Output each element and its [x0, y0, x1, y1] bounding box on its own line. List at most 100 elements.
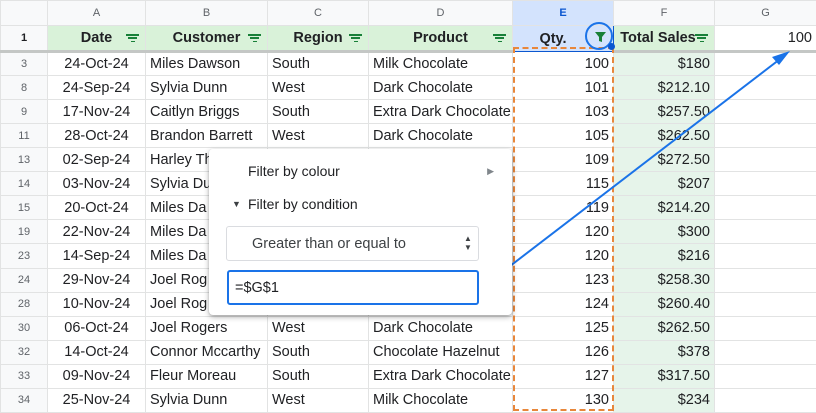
cell-qty[interactable]: 126 — [512, 339, 614, 365]
cell-product[interactable]: Milk Chocolate — [368, 387, 513, 413]
filter-funnel-icon[interactable] — [591, 27, 610, 46]
cell-qty[interactable]: 103 — [512, 99, 614, 125]
cell-qty[interactable]: 130 — [512, 387, 614, 413]
cell-customer[interactable]: Fleur Moreau — [145, 363, 268, 389]
cell-product[interactable]: Extra Dark Chocolate — [368, 99, 513, 125]
cell-empty[interactable] — [714, 219, 816, 245]
cell-empty[interactable] — [714, 291, 816, 317]
row-number[interactable]: 1 — [0, 25, 48, 54]
cell-empty[interactable] — [714, 123, 816, 149]
cell-empty[interactable] — [714, 147, 816, 173]
column-header-b[interactable]: B — [145, 0, 268, 27]
cell-total-sales[interactable]: $212.10 — [613, 75, 715, 101]
filter-icon[interactable] — [493, 34, 506, 43]
cell-region[interactable]: South — [267, 339, 369, 365]
cell-customer[interactable]: Sylvia Dunn — [145, 75, 268, 101]
column-header-c[interactable]: C — [267, 0, 369, 27]
row-number[interactable]: 11 — [0, 123, 48, 149]
filter-icon[interactable] — [349, 34, 362, 43]
cell-region[interactable]: South — [267, 363, 369, 389]
cell-empty[interactable] — [714, 267, 816, 293]
cell-customer[interactable]: Brandon Barrett — [145, 123, 268, 149]
cell-empty[interactable] — [714, 243, 816, 269]
cell-qty[interactable]: 124 — [512, 291, 614, 317]
cell-date[interactable]: 24-Sep-24 — [47, 75, 146, 101]
cell-qty[interactable]: 105 — [512, 123, 614, 149]
cell-region[interactable]: West — [267, 75, 369, 101]
cell-qty[interactable]: 125 — [512, 315, 614, 341]
cell-total-sales[interactable]: $262.50 — [613, 123, 715, 149]
cell-qty[interactable]: 120 — [512, 219, 614, 245]
cell-total-sales[interactable]: $214.20 — [613, 195, 715, 221]
row-number[interactable]: 15 — [0, 195, 48, 221]
cell-empty[interactable] — [714, 363, 816, 389]
row-number[interactable]: 14 — [0, 171, 48, 197]
cell-region[interactable]: West — [267, 387, 369, 413]
row-number[interactable]: 28 — [0, 291, 48, 317]
cell-date[interactable]: 14-Oct-24 — [47, 339, 146, 365]
cell-date[interactable]: 03-Nov-24 — [47, 171, 146, 197]
cell-empty[interactable] — [714, 315, 816, 341]
cell-date[interactable]: 02-Sep-24 — [47, 147, 146, 173]
cell-qty[interactable]: 109 — [512, 147, 614, 173]
cell-region[interactable]: South — [267, 99, 369, 125]
cell-total-sales[interactable]: $258.30 — [613, 267, 715, 293]
cell-g1[interactable]: 100 — [714, 25, 816, 54]
column-header-d[interactable]: D — [368, 0, 513, 27]
cell-product[interactable]: Milk Chocolate — [368, 51, 513, 77]
cell-date[interactable]: 25-Nov-24 — [47, 387, 146, 413]
condition-value-input[interactable] — [227, 270, 479, 305]
cell-date[interactable]: 29-Nov-24 — [47, 267, 146, 293]
cell-total-sales[interactable]: $207 — [613, 171, 715, 197]
cell-total-sales[interactable]: $260.40 — [613, 291, 715, 317]
cell-date[interactable]: 24-Oct-24 — [47, 51, 146, 77]
cell-total-sales[interactable]: $257.50 — [613, 99, 715, 125]
header-product[interactable]: Product — [368, 25, 513, 54]
filter-icon[interactable] — [248, 34, 261, 43]
cell-total-sales[interactable]: $300 — [613, 219, 715, 245]
cell-qty[interactable]: 127 — [512, 363, 614, 389]
cell-total-sales[interactable]: $272.50 — [613, 147, 715, 173]
cell-date[interactable]: 09-Nov-24 — [47, 363, 146, 389]
cell-date[interactable]: 17-Nov-24 — [47, 99, 146, 125]
row-number[interactable]: 19 — [0, 219, 48, 245]
row-number[interactable]: 13 — [0, 147, 48, 173]
cell-empty[interactable] — [714, 387, 816, 413]
cell-date[interactable]: 28-Oct-24 — [47, 123, 146, 149]
column-header-g[interactable]: G — [714, 0, 816, 27]
cell-total-sales[interactable]: $262.50 — [613, 315, 715, 341]
column-header-f[interactable]: F — [613, 0, 715, 27]
cell-total-sales[interactable]: $378 — [613, 339, 715, 365]
row-number[interactable]: 32 — [0, 339, 48, 365]
cell-qty[interactable]: 101 — [512, 75, 614, 101]
cell-qty[interactable]: 115 — [512, 171, 614, 197]
filter-by-condition-item[interactable]: ▼ Filter by condition — [209, 190, 512, 218]
filter-icon[interactable] — [126, 34, 139, 43]
row-number[interactable]: 33 — [0, 363, 48, 389]
cell-total-sales[interactable]: $180 — [613, 51, 715, 77]
cell-empty[interactable] — [714, 51, 816, 77]
select-all-corner[interactable] — [0, 0, 48, 27]
cell-customer[interactable]: Joel Rogers — [145, 315, 268, 341]
row-number[interactable]: 30 — [0, 315, 48, 341]
cell-empty[interactable] — [714, 171, 816, 197]
cell-total-sales[interactable]: $216 — [613, 243, 715, 269]
cell-qty[interactable]: 119 — [512, 195, 614, 221]
cell-product[interactable]: Chocolate Hazelnut — [368, 339, 513, 365]
row-number[interactable]: 34 — [0, 387, 48, 413]
cell-date[interactable]: 20-Oct-24 — [47, 195, 146, 221]
cell-customer[interactable]: Caitlyn Briggs — [145, 99, 268, 125]
filter-icon[interactable] — [695, 34, 708, 43]
cell-customer[interactable]: Sylvia Dunn — [145, 387, 268, 413]
cell-customer[interactable]: Connor Mccarthy — [145, 339, 268, 365]
cell-region[interactable]: West — [267, 315, 369, 341]
row-number[interactable]: 3 — [0, 51, 48, 77]
cell-date[interactable]: 22-Nov-24 — [47, 219, 146, 245]
row-number[interactable]: 8 — [0, 75, 48, 101]
cell-region[interactable]: West — [267, 123, 369, 149]
row-number[interactable]: 23 — [0, 243, 48, 269]
cell-qty[interactable]: 123 — [512, 267, 614, 293]
header-total-sales[interactable]: Total Sales — [613, 25, 715, 54]
header-date[interactable]: Date — [47, 25, 146, 54]
cell-date[interactable]: 10-Nov-24 — [47, 291, 146, 317]
